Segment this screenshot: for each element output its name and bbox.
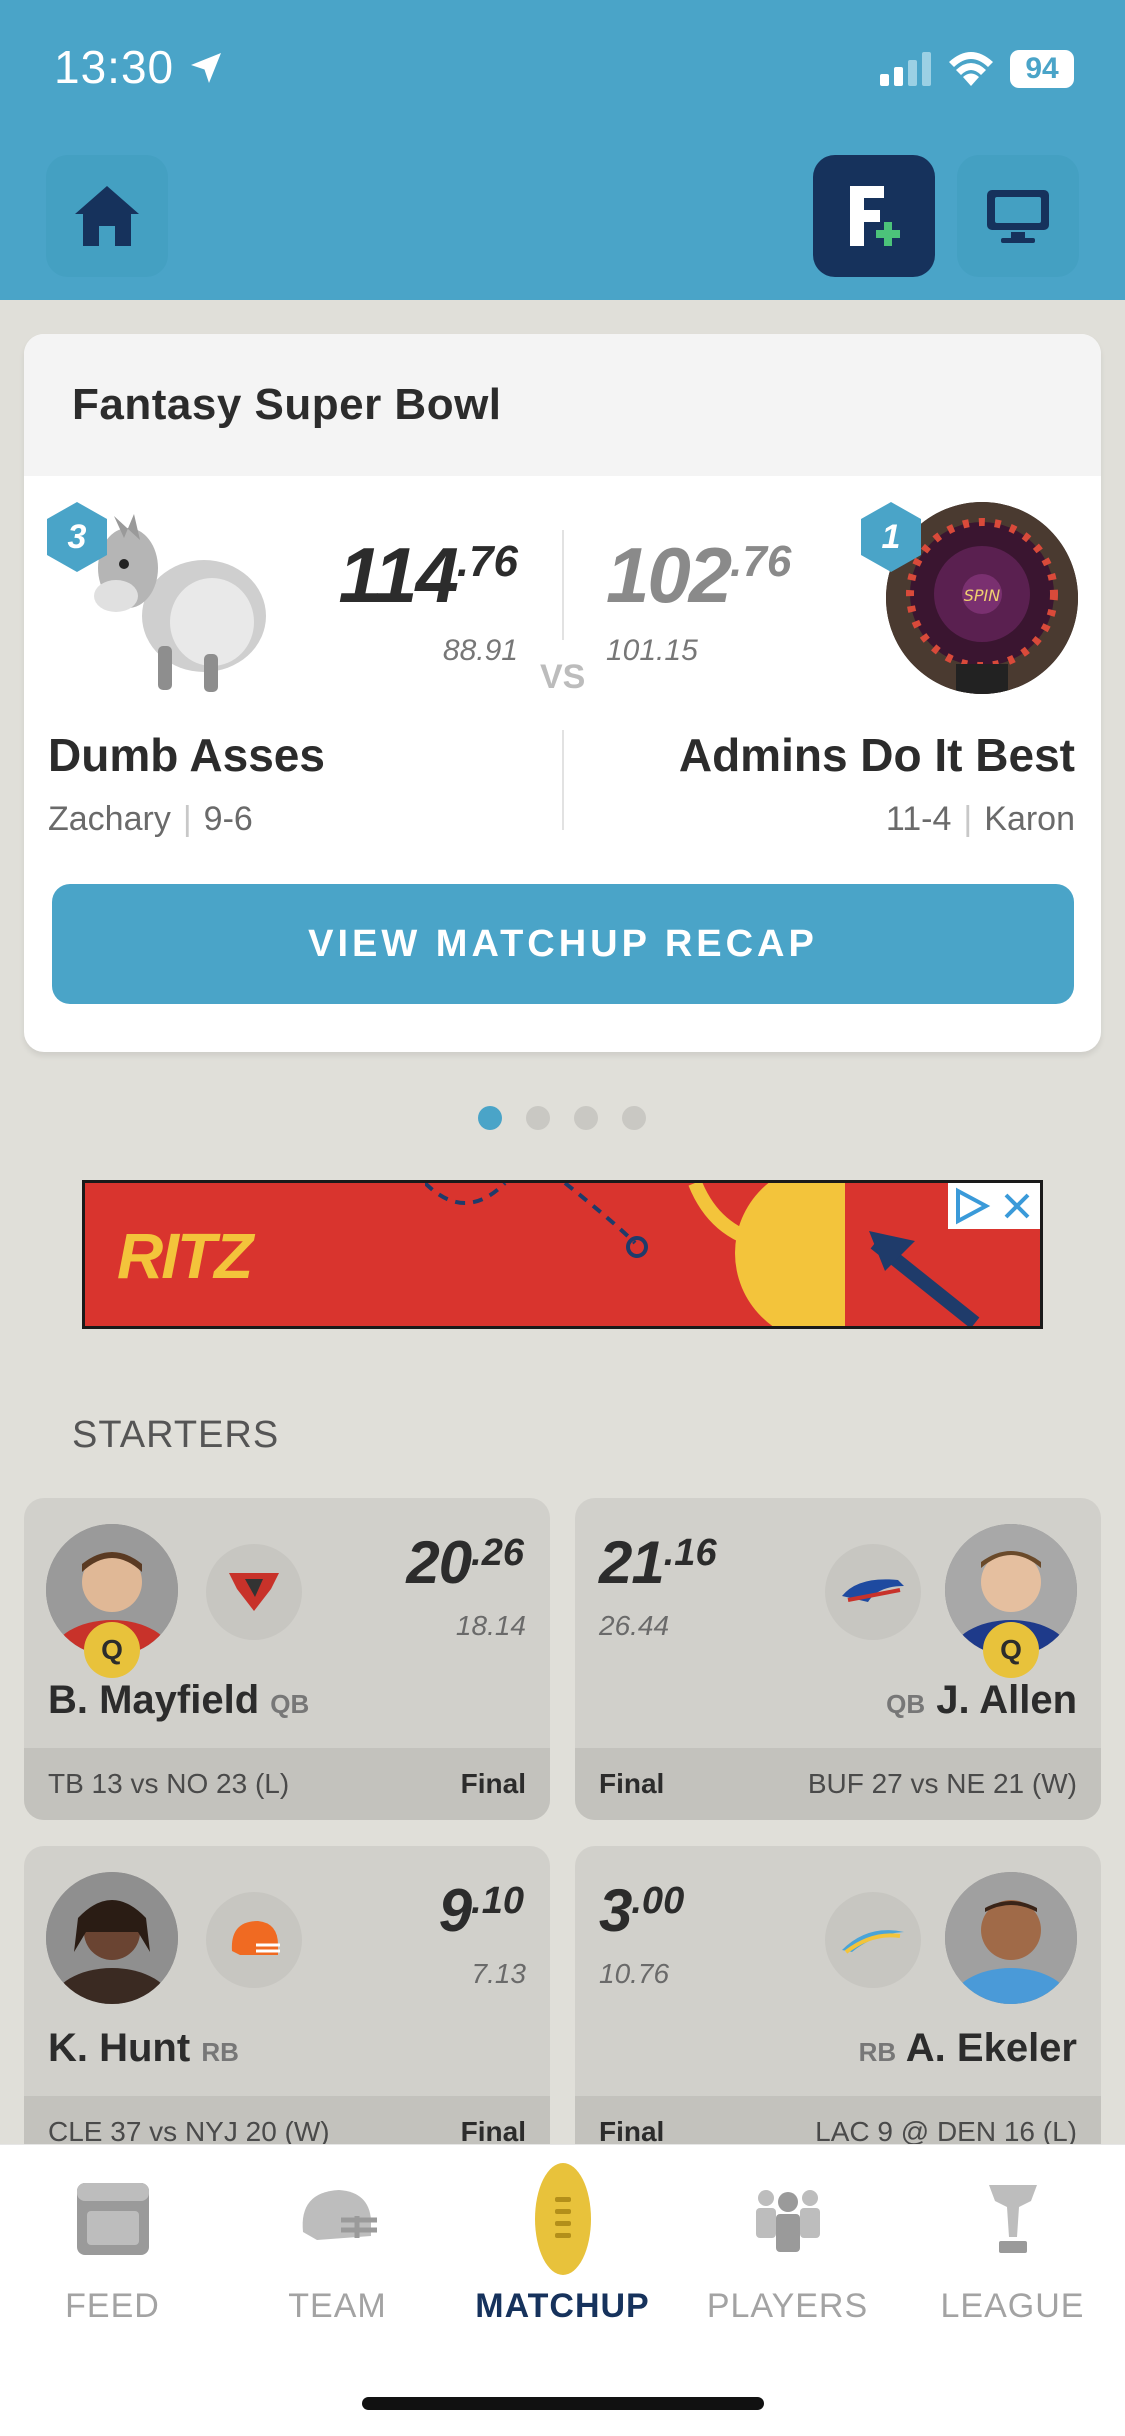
player-card[interactable]: Q 20.26 18.14 B. Mayfield QB TB 13 vs NO… — [24, 1498, 550, 1820]
right-team-projected: 101.15 — [606, 634, 698, 667]
arrow-icon — [869, 1231, 980, 1326]
player-score: 9.10 — [438, 1877, 524, 1944]
left-team-meta: Zachary | 9-6 — [48, 800, 253, 838]
home-indicator — [362, 2397, 764, 2410]
app-header: 13:30 94 — [0, 0, 1125, 300]
ad-brand-logo: RITZ — [117, 1220, 253, 1292]
player-photo — [945, 1872, 1077, 2004]
game-result: TB 13 vs NO 23 (L) Final — [24, 1748, 550, 1820]
player-photo — [46, 1872, 178, 2004]
player-name: B. Mayfield QB — [48, 1678, 310, 1722]
home-button[interactable] — [46, 155, 168, 277]
player-projected: 10.76 — [599, 1958, 670, 1989]
view-matchup-recap-button[interactable]: VIEW MATCHUP RECAP — [52, 884, 1074, 1004]
ad-graphic — [425, 1183, 845, 1326]
player-card[interactable]: 3.00 10.76 RB A. Ekeler Final LAC 9 @ DEN… — [575, 1846, 1101, 2168]
vs-label: VS — [540, 658, 586, 696]
player-projected: 18.14 — [455, 1610, 526, 1641]
bottom-tab-bar: FEED TEAM MATCHUP PLAYERS LEAGUE — [0, 2144, 1125, 2436]
signal-icon — [880, 52, 931, 86]
player-name: K. Hunt RB — [48, 2026, 239, 2070]
right-team-meta: 11-4 | Karon — [885, 800, 1075, 838]
game-result: Final BUF 27 vs NE 21 (W) — [575, 1748, 1101, 1820]
player-projected: 7.13 — [471, 1958, 527, 1989]
fantasy-plus-icon — [850, 186, 900, 246]
player-score: 20.26 — [406, 1529, 524, 1596]
starters-heading: STARTERS — [72, 1414, 280, 1456]
player-score: 21.16 — [599, 1529, 717, 1596]
tv-icon — [987, 190, 1049, 243]
left-team-score: 114.76 — [338, 531, 518, 619]
trophy-icon — [988, 2185, 1037, 2253]
tab-feed[interactable]: FEED — [0, 2159, 225, 2326]
questionable-badge: Q — [84, 1622, 140, 1678]
team-logo-icon — [825, 1544, 921, 1640]
right-team-score: 102.76 — [606, 531, 792, 619]
page-dot[interactable] — [526, 1106, 550, 1130]
player-card[interactable]: 21.16 26.44 Q QB J. Allen Final BUF 27 vs… — [575, 1498, 1101, 1820]
right-team-name: Admins Do It Best — [678, 729, 1075, 781]
battery-indicator: 94 — [1010, 50, 1074, 88]
tab-team[interactable]: TEAM — [225, 2159, 450, 2326]
player-card[interactable]: 9.10 7.13 K. Hunt RB CLE 37 vs NYJ 20 (W… — [24, 1846, 550, 2168]
player-projected: 26.44 — [599, 1610, 670, 1641]
tv-button[interactable] — [957, 155, 1079, 277]
status-time: 13:30 — [54, 41, 175, 93]
tab-league[interactable]: LEAGUE — [900, 2159, 1125, 2326]
home-icon — [75, 186, 139, 246]
ad-controls — [948, 1183, 1040, 1229]
carousel-pagination — [478, 1106, 646, 1130]
football-icon — [534, 2163, 591, 2275]
seed-badge-right: 1 — [858, 500, 924, 574]
helmet-icon — [302, 2190, 377, 2240]
matchup-card[interactable]: Fantasy Super Bowl 3 SPIN 1 114.76 102.7… — [24, 334, 1101, 1052]
player-name: QB J. Allen — [886, 1678, 1077, 1722]
tab-players[interactable]: PLAYERS — [675, 2159, 900, 2326]
left-team-projected: 88.91 — [442, 634, 518, 667]
ad-banner[interactable]: RITZ — [82, 1180, 1043, 1329]
wifi-icon — [949, 52, 993, 86]
questionable-badge: Q — [983, 1622, 1039, 1678]
svg-text:SPIN: SPIN — [964, 586, 1001, 605]
team-logo-icon — [206, 1544, 302, 1640]
seed-badge-left: 3 — [44, 500, 110, 574]
players-icon — [755, 2190, 820, 2252]
team-logo-icon — [206, 1892, 302, 1988]
page-dot[interactable] — [478, 1106, 502, 1130]
left-team-name: Dumb Asses — [48, 729, 325, 781]
matchup-card-header: Fantasy Super Bowl — [24, 334, 1101, 476]
player-name: RB A. Ekeler — [858, 2026, 1077, 2070]
divider — [562, 730, 564, 830]
tab-matchup[interactable]: MATCHUP — [450, 2159, 675, 2326]
adchoices-icon[interactable] — [948, 1183, 994, 1229]
page-dot[interactable] — [622, 1106, 646, 1130]
matchup-title: Fantasy Super Bowl — [72, 380, 502, 429]
page-dot[interactable] — [574, 1106, 598, 1130]
team-logo-icon — [825, 1892, 921, 1988]
divider — [562, 530, 564, 640]
location-arrow-icon — [191, 53, 221, 83]
player-score: 3.00 — [599, 1877, 685, 1944]
fantasy-plus-button[interactable] — [813, 155, 935, 277]
close-icon[interactable] — [994, 1183, 1040, 1229]
feed-icon — [76, 2183, 149, 2255]
